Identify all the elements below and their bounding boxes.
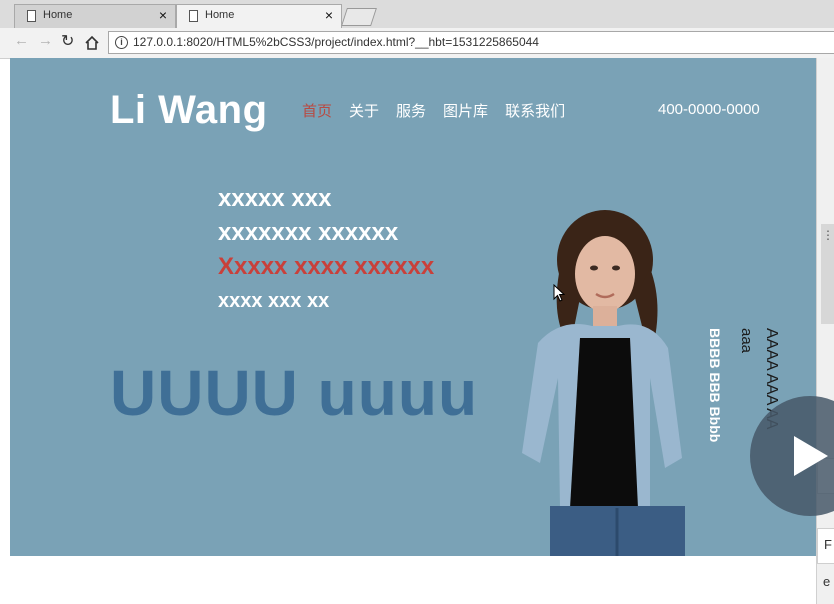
headline-line-2: xxxxxxx xxxxxx	[218, 219, 399, 246]
url-text: 127.0.0.1:8020/HTML5%2bCSS3/project/inde…	[133, 35, 539, 49]
vertical-text-2: aaa	[738, 328, 755, 354]
browser-tab-2[interactable]: Home ×	[176, 4, 342, 29]
menu-item-gallery[interactable]: 图片库	[443, 100, 488, 121]
home-icon[interactable]	[84, 35, 100, 51]
browser-toolbar: ← → ↻ i 127.0.0.1:8020/HTML5%2bCSS3/proj…	[0, 28, 834, 59]
play-icon	[794, 436, 828, 476]
model-photo	[522, 210, 685, 556]
address-bar[interactable]: i 127.0.0.1:8020/HTML5%2bCSS3/project/in…	[108, 31, 834, 54]
hero-section: Li Wang 首页 关于 服务 图片库 联系我们 400-0000-0000 …	[10, 58, 816, 556]
page-below-hero	[10, 556, 816, 604]
side-panel: ⋮ F e	[816, 58, 834, 604]
mouse-cursor-icon	[553, 284, 565, 302]
menu-item-about[interactable]: 关于	[349, 100, 379, 121]
reload-icon[interactable]: ↻	[61, 31, 74, 51]
new-tab-button[interactable]	[341, 8, 377, 26]
back-icon[interactable]: ←	[14, 32, 29, 49]
forward-icon[interactable]: →	[38, 32, 53, 49]
main-menu: 首页 关于 服务 图片库 联系我们	[302, 100, 582, 121]
menu-item-services[interactable]: 服务	[396, 100, 426, 121]
close-tab-icon[interactable]: ×	[325, 7, 333, 23]
big-heading: UUUU uuuu	[110, 357, 479, 429]
page-icon	[189, 10, 198, 22]
info-icon[interactable]: i	[115, 36, 128, 49]
tab-bar: Home × Home ×	[0, 0, 834, 29]
side-panel-char-f: F	[824, 537, 832, 552]
headline-block: xxxxx xxx xxxxxxx xxxxxx Xxxxx xxxx xxxx…	[218, 182, 434, 318]
headline-line-1: xxxxx xxx	[218, 185, 332, 212]
phone-number: 400-0000-0000	[658, 101, 760, 118]
headline-line-4: xxxx xxx xx	[218, 290, 330, 312]
close-tab-icon[interactable]: ×	[159, 7, 167, 23]
side-panel-field-2[interactable]: F	[817, 528, 834, 564]
site-logo[interactable]: Li Wang	[110, 88, 268, 133]
vertical-text-3: BBBB BBB Bbbb	[707, 328, 723, 443]
browser-tab-1[interactable]: Home ×	[14, 4, 176, 29]
more-icon[interactable]: ⋮	[822, 228, 834, 242]
menu-item-home[interactable]: 首页	[302, 100, 332, 121]
side-panel-char-e: e	[823, 574, 831, 589]
tab-title: Home	[43, 9, 73, 21]
headline-line-3: Xxxxx xxxx xxxxxx	[218, 253, 435, 280]
tab-title: Home	[205, 9, 235, 21]
menu-item-contact[interactable]: 联系我们	[505, 100, 565, 121]
page-icon	[27, 10, 36, 22]
